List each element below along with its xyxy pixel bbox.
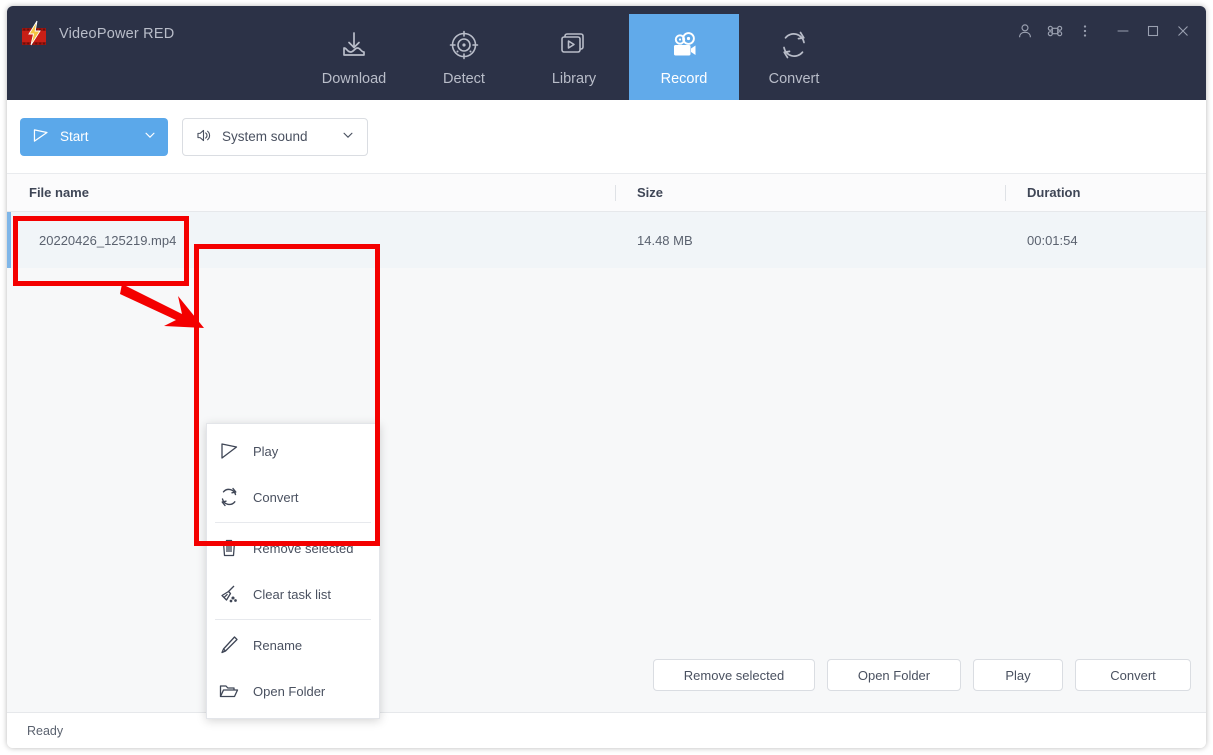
task-table: File name Size Duration 20220426_125219.…: [7, 174, 1206, 719]
bottom-action-bar: Remove selected Open Folder Play Convert: [7, 638, 1206, 712]
apps-grid-icon[interactable]: [1040, 16, 1070, 46]
context-menu-label: Play: [253, 443, 279, 459]
start-button-label: Start: [60, 129, 89, 144]
context-menu-item-remove-selected[interactable]: Remove selected: [207, 525, 379, 571]
start-button[interactable]: Start: [20, 117, 168, 156]
column-header-size[interactable]: Size: [615, 174, 1005, 211]
play-triangle-icon: [31, 126, 50, 148]
context-menu-divider: [215, 619, 371, 620]
account-icon[interactable]: [1010, 16, 1040, 46]
pencil-icon: [218, 634, 240, 656]
minimize-icon[interactable]: [1108, 16, 1138, 46]
context-menu-label: Remove selected: [253, 540, 354, 556]
nav-item-record[interactable]: Record: [629, 14, 739, 100]
context-menu-item-convert[interactable]: Convert: [207, 474, 379, 520]
table-body: 20220426_125219.mp4 14.48 MB 00:01:54: [7, 212, 1206, 638]
title-bar: VideoPower RED Download Detect Library R…: [7, 6, 1206, 100]
chevron-down-icon: [143, 128, 157, 145]
record-toolbar: Start System sound: [7, 100, 1206, 174]
videopower-red-logo: [20, 20, 48, 48]
column-header-file-name[interactable]: File name: [7, 174, 615, 211]
maximize-icon[interactable]: [1138, 16, 1168, 46]
chevron-down-icon: [341, 128, 355, 145]
download-icon: [337, 28, 371, 62]
table-row[interactable]: 20220426_125219.mp4 14.48 MB 00:01:54: [7, 212, 1206, 268]
nav-label-detect: Detect: [443, 70, 485, 87]
remove-selected-button[interactable]: Remove selected: [653, 659, 815, 691]
convert-refresh-icon: [777, 28, 811, 62]
context-menu-label: Convert: [253, 489, 299, 505]
convert-button[interactable]: Convert: [1075, 659, 1191, 691]
row-context-menu: Play Convert Remove selected Clear task …: [206, 423, 380, 719]
brand: VideoPower RED: [7, 6, 174, 62]
more-vertical-icon[interactable]: [1070, 16, 1100, 46]
nav-label-library: Library: [551, 70, 597, 87]
main-navigation: Download Detect Library Record Convert: [299, 14, 849, 100]
nav-label-download: Download: [321, 70, 387, 87]
nav-item-convert[interactable]: Convert: [739, 14, 849, 100]
audio-source-label: System sound: [222, 129, 308, 144]
cell-size: 14.48 MB: [637, 232, 693, 248]
broom-icon: [218, 583, 240, 605]
context-menu-item-open-folder[interactable]: Open Folder: [207, 668, 379, 714]
status-text: Ready: [27, 723, 64, 738]
window-controls: [1010, 16, 1198, 46]
speaker-icon: [195, 127, 212, 147]
status-bar: Ready: [7, 712, 1206, 748]
play-button[interactable]: Play: [973, 659, 1063, 691]
folder-icon: [218, 680, 240, 702]
trash-icon: [218, 537, 240, 559]
convert-refresh-icon: [218, 486, 240, 508]
nav-item-download[interactable]: Download: [299, 14, 409, 100]
nav-item-library[interactable]: Library: [519, 14, 629, 100]
record-camera-icon: [667, 28, 701, 62]
context-menu-label: Rename: [253, 637, 303, 653]
library-icon: [557, 28, 591, 62]
detect-icon: [447, 28, 481, 62]
table-header-row: File name Size Duration: [7, 174, 1206, 212]
nav-label-convert: Convert: [768, 70, 820, 87]
play-triangle-icon: [218, 440, 240, 462]
context-menu-item-rename[interactable]: Rename: [207, 622, 379, 668]
nav-item-detect[interactable]: Detect: [409, 14, 519, 100]
cell-file-name: 20220426_125219.mp4: [39, 232, 177, 248]
context-menu-label: Clear task list: [253, 586, 332, 602]
application-window: VideoPower RED Download Detect Library R…: [7, 6, 1206, 748]
open-folder-button[interactable]: Open Folder: [827, 659, 961, 691]
column-header-duration[interactable]: Duration: [1005, 174, 1205, 211]
brand-name: VideoPower RED: [59, 26, 175, 42]
context-menu-item-clear-task-list[interactable]: Clear task list: [207, 571, 379, 617]
close-icon[interactable]: [1168, 16, 1198, 46]
nav-label-record: Record: [660, 70, 708, 87]
audio-source-selector[interactable]: System sound: [182, 117, 368, 156]
cell-duration: 00:01:54: [1027, 232, 1078, 248]
context-menu-item-play[interactable]: Play: [207, 428, 379, 474]
context-menu-divider: [215, 522, 371, 523]
context-menu-label: Open Folder: [253, 683, 326, 699]
